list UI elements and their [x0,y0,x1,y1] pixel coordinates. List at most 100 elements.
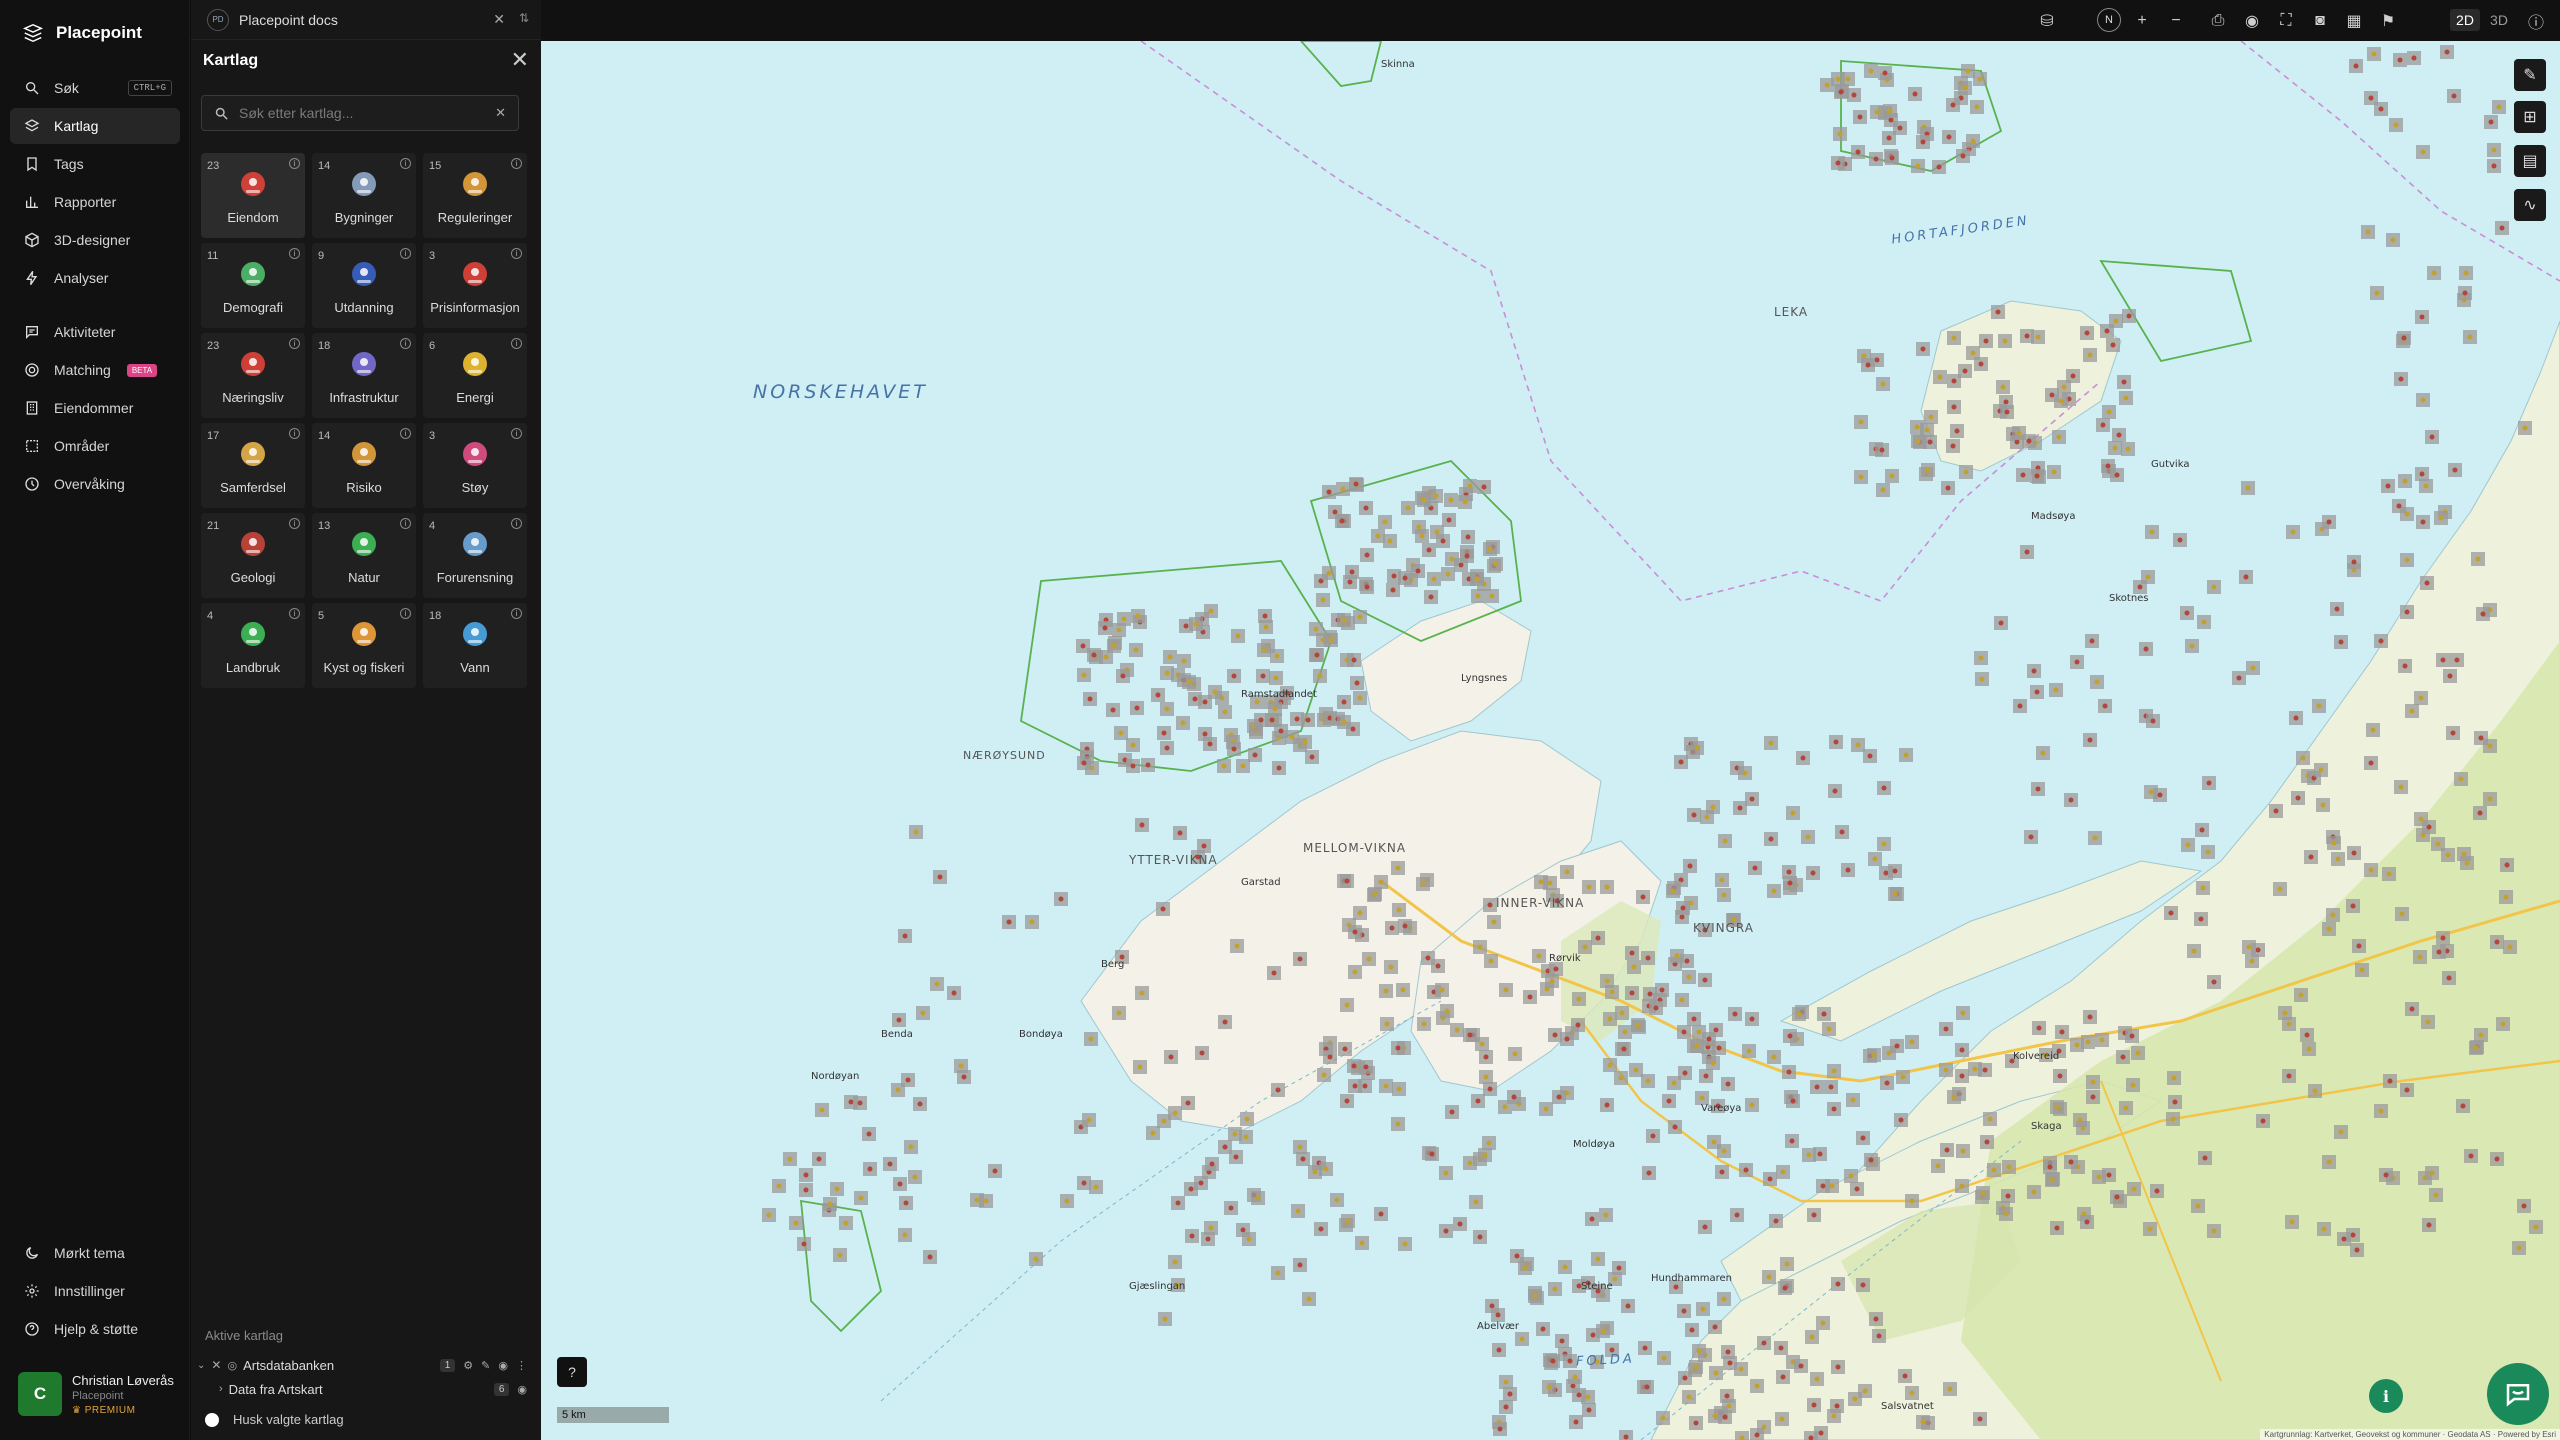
profile-tool-icon[interactable]: ∿ [2514,189,2546,221]
mode-3d-button[interactable]: 3D [2484,9,2514,31]
eye-icon[interactable]: ◉ [2241,10,2263,32]
more-icon[interactable]: ⋮ [516,1359,527,1372]
info-icon[interactable]: i [289,338,300,349]
info-icon[interactable]: i [511,338,522,349]
info-icon[interactable]: i [400,158,411,169]
info-icon[interactable]: i [289,158,300,169]
layers-stack-icon[interactable]: ⛁ [2036,10,2058,32]
nav-item-tags[interactable]: Tags [10,146,180,182]
close-panel-icon[interactable]: ✕ [511,49,529,71]
eye-icon[interactable]: ◉ [517,1383,527,1396]
info-icon[interactable]: i [289,428,300,439]
info-icon[interactable]: i [400,248,411,259]
layer-category-11[interactable]: 3 i Støy [423,423,527,508]
nav-item-aktiviteter[interactable]: Aktiviteter [10,314,180,350]
layer-category-13[interactable]: 13 i Natur [312,513,416,598]
brand[interactable]: Placepoint [22,22,142,44]
camera-icon[interactable]: ◙ [2309,10,2331,32]
layer-category-16[interactable]: 5 i Kyst og fiskeri [312,603,416,688]
grid-icon[interactable]: ▦ [2343,10,2365,32]
layer-category-8[interactable]: 6 i Energi [423,333,527,418]
project-selector[interactable]: PD Placepoint docs ✕ ⇅ [191,0,541,40]
info-icon[interactable]: i [400,608,411,619]
observation-dot [1354,680,1360,686]
layer-category-1[interactable]: 14 i Bygninger [312,153,416,238]
zoom-in-icon[interactable]: + [2131,10,2153,32]
layer-category-14[interactable]: 4 i Forurensning [423,513,527,598]
layer-category-2[interactable]: 15 i Reguleringer [423,153,527,238]
lightning-icon [463,352,487,376]
info-icon[interactable]: i [511,248,522,259]
info-icon[interactable]: i [511,158,522,169]
observation-dot [1546,1384,1552,1390]
zoom-out-icon[interactable]: − [2165,10,2187,32]
layer-category-4[interactable]: 9 i Utdanning [312,243,416,328]
chevron-right-icon[interactable]: › [219,1383,223,1395]
nav-item-overvaking[interactable]: Overvåking [10,466,180,502]
info-icon[interactable]: i [289,518,300,529]
observation-dot [1773,1218,1779,1224]
nav-item-search[interactable]: Søk CTRL+G [10,70,180,106]
layer-category-5[interactable]: 3 i Prisinformasjon [423,243,527,328]
measure-tool-icon[interactable]: ⊞ [2514,101,2546,133]
support-chat-button[interactable] [2487,1363,2549,1425]
layer-category-15[interactable]: 4 i Landbruk [201,603,305,688]
info-icon[interactable]: i [400,518,411,529]
nav-item-rapporter[interactable]: Rapporter [10,184,180,220]
layer-category-12[interactable]: 21 i Geologi [201,513,305,598]
remember-layers-toggle[interactable]: Husk valgte kartlag [205,1412,344,1427]
observation-dot [1006,919,1012,925]
print-icon[interactable]: ⎙ [2207,10,2229,32]
nav-item-help[interactable]: Hjelp & støtte [10,1311,180,1347]
nav-item-matching[interactable]: Matching BETA [10,352,180,388]
observation-dot [1446,517,1452,523]
nav-item-kartlag[interactable]: Kartlag [10,108,180,144]
layer-category-3[interactable]: 11 i Demografi [201,243,305,328]
toggle-switch[interactable] [205,1412,219,1427]
chart-tool-icon[interactable]: ▤ [2514,145,2546,177]
info-icon[interactable]: ⓘ [2525,10,2547,32]
chevron-down-icon[interactable]: ⌄ [197,1360,205,1371]
info-icon[interactable]: i [289,248,300,259]
layer-category-17[interactable]: 18 i Vann [423,603,527,688]
info-button[interactable]: i [2369,1379,2403,1413]
info-icon[interactable]: i [400,338,411,349]
nav-item-3d-designer[interactable]: 3D-designer [10,222,180,258]
map-help-button[interactable]: ? [557,1357,587,1387]
edit-icon[interactable]: ✎ [481,1359,490,1372]
nav-item-omrader[interactable]: Områder [10,428,180,464]
draw-tool-icon[interactable]: ✎ [2514,59,2546,91]
eye-icon[interactable]: ◉ [498,1359,508,1372]
north-arrow-icon[interactable]: N [2097,8,2121,32]
layer-category-9[interactable]: 17 i Samferdsel [201,423,305,508]
info-icon[interactable]: i [511,608,522,619]
nav-item-analyser[interactable]: Analyser [10,260,180,296]
nav-item-eiendommer[interactable]: Eiendommer [10,390,180,426]
active-sublayer-row[interactable]: › Data fra Artskart 6 ◉ [197,1378,533,1400]
info-icon[interactable]: i [511,428,522,439]
remove-layer-icon[interactable]: ✕ [211,1358,221,1372]
observation-dot [1145,762,1151,768]
chevron-updown-icon[interactable]: ⇅ [519,11,529,25]
active-layer-row[interactable]: ⌄ ✕ ◎ Artsdatabanken 1 ⚙ ✎ ◉ ⋮ [197,1354,533,1376]
map-canvas[interactable]: NORSKEHAVET HORTAFJORDEN FOLDA LEKA NÆRØ… [541,41,2560,1440]
info-icon[interactable]: i [511,518,522,529]
layer-category-7[interactable]: 18 i Infrastruktur [312,333,416,418]
category-label: Bygninger [334,210,394,225]
nav-item-dark-theme[interactable]: Mørkt tema [10,1235,180,1271]
observation-dot [1780,1169,1786,1175]
clear-search-icon[interactable]: ✕ [495,105,506,121]
info-icon[interactable]: i [400,428,411,439]
info-icon[interactable]: i [289,608,300,619]
bookmark-icon[interactable]: ⚑ [2377,10,2399,32]
user-profile[interactable]: C Christian Løverås Placepoint ♛ PREMIUM [18,1372,174,1416]
layer-category-0[interactable]: 23 i Eiendom [201,153,305,238]
close-project-icon[interactable]: ✕ [493,11,505,28]
fullscreen-icon[interactable]: ⛶ [2275,10,2297,32]
layer-category-6[interactable]: 23 i Næringsliv [201,333,305,418]
nav-item-settings[interactable]: Innstillinger [10,1273,180,1309]
mode-2d-button[interactable]: 2D [2450,9,2480,31]
layer-search-input[interactable] [239,105,479,121]
settings-icon[interactable]: ⚙ [463,1359,473,1372]
layer-category-10[interactable]: 14 i Risiko [312,423,416,508]
